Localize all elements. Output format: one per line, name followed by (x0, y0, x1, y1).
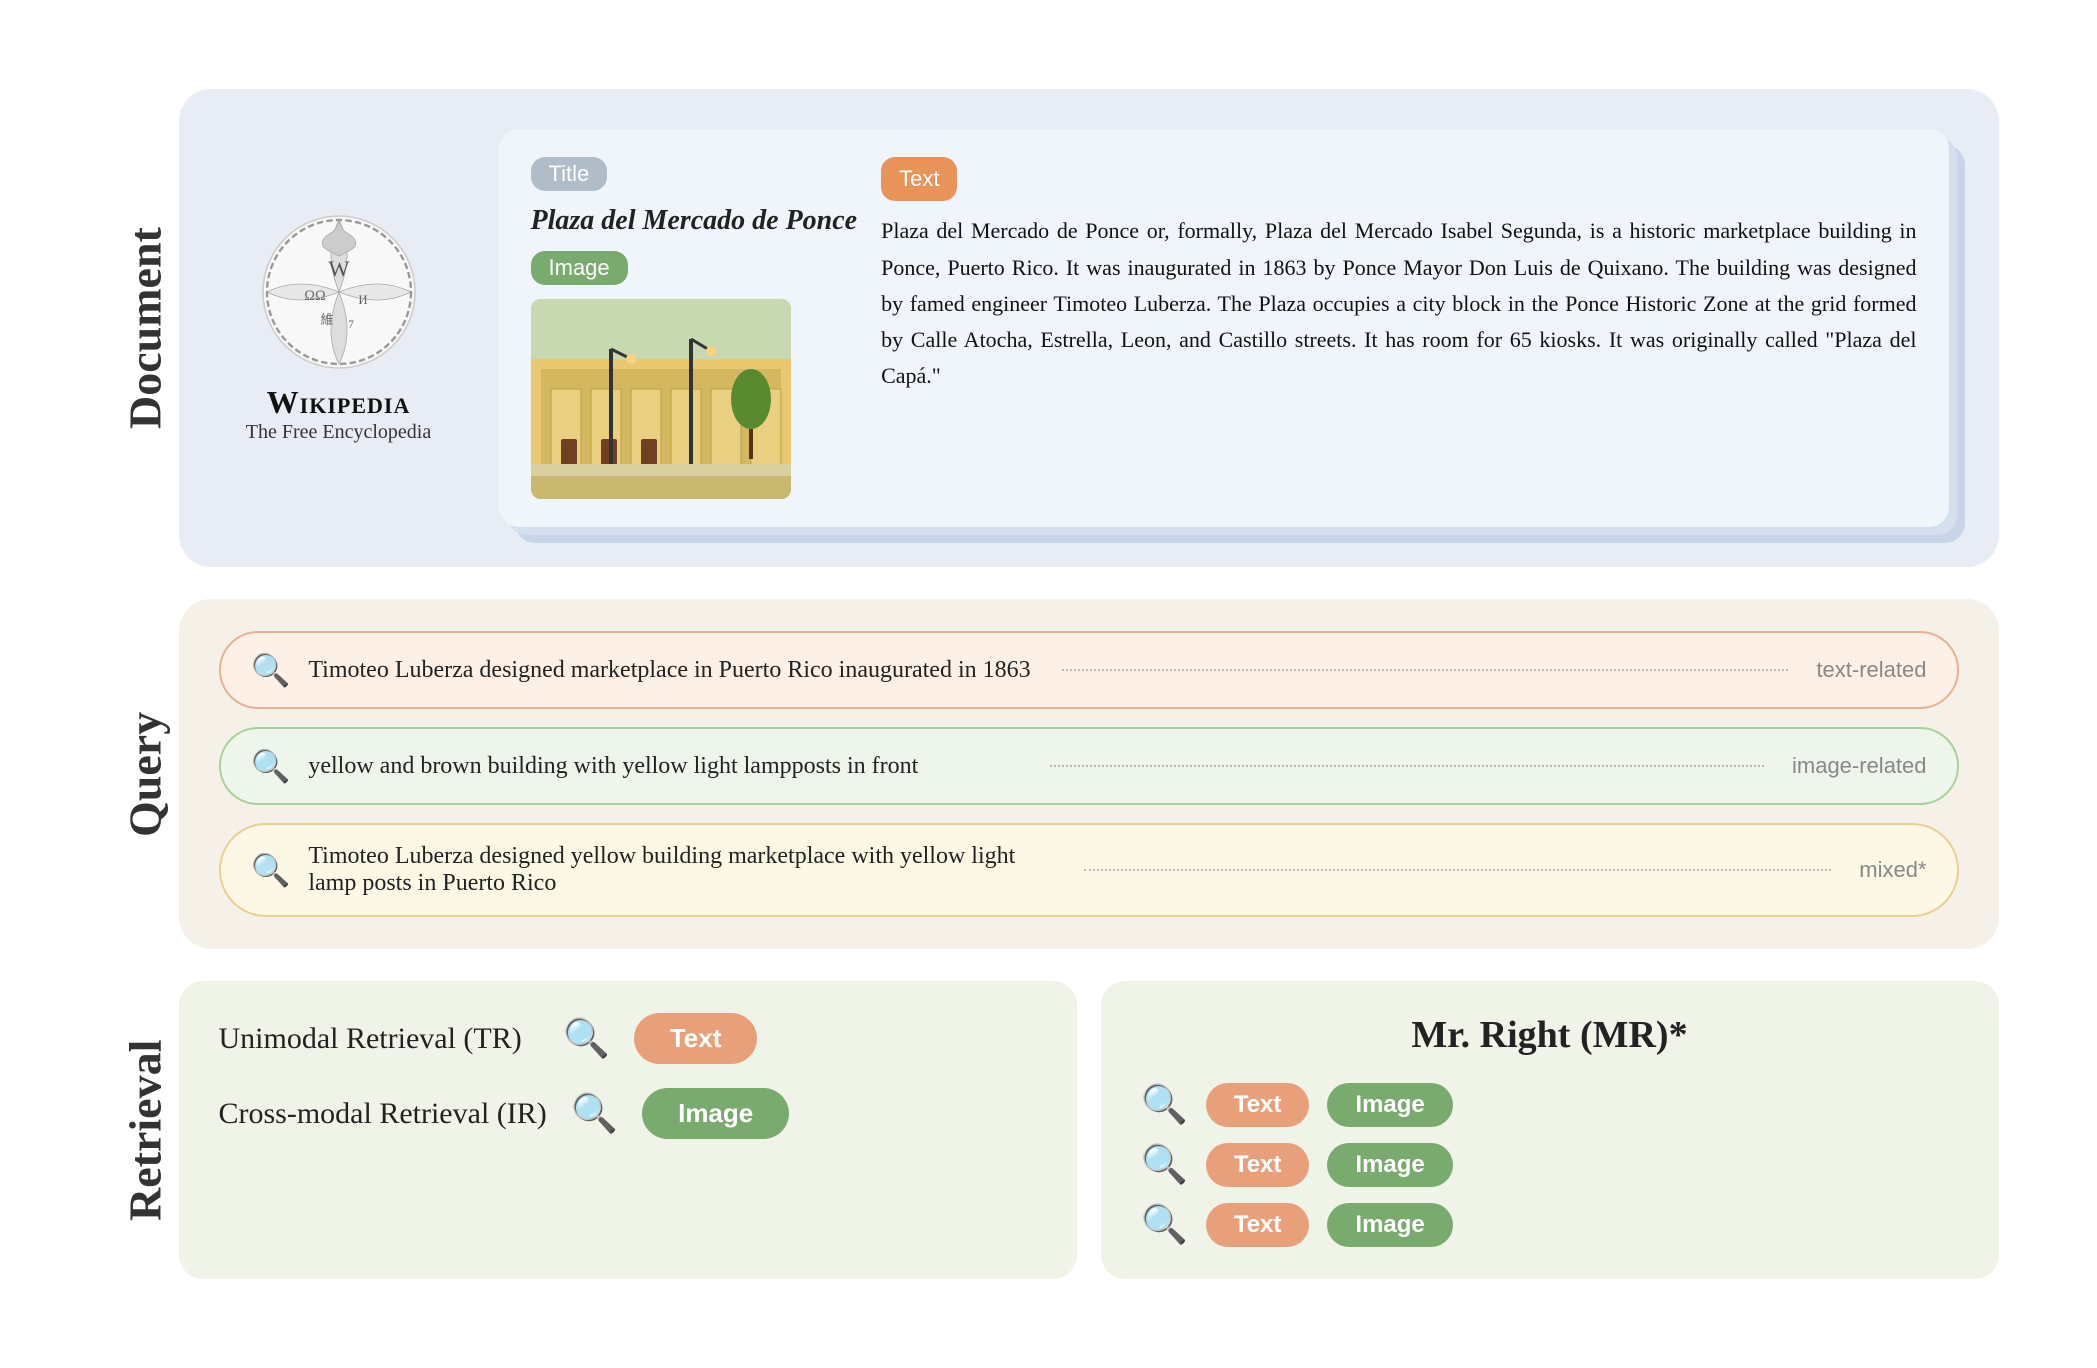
query-dots-3 (1084, 869, 1831, 871)
card-left: Title Plaza del Mercado de Ponce Image (531, 157, 858, 499)
article-image (531, 299, 791, 499)
crossmodal-row: Cross-modal Retrieval (IR) 🔍 Image (219, 1088, 1037, 1139)
query-content: 🔍 Timoteo Luberza designed marketplace i… (179, 599, 1999, 949)
document-box: W ΩΩ И 維 7 Wikipedia The Free Encycloped… (179, 89, 1999, 567)
retrieval-label: Retrieval (99, 981, 179, 1279)
title-tag: Title (531, 157, 608, 191)
svg-text:7: 7 (348, 319, 354, 331)
query-section: Query 🔍 Timoteo Luberza designed marketp… (99, 599, 1999, 949)
article-body: Plaza del Mercado de Ponce or, formally,… (881, 213, 1916, 394)
crossmodal-search-icon: 🔍 (571, 1092, 618, 1136)
mr-row-1: 🔍 Text Image (1141, 1083, 1959, 1127)
main-container: Document W ΩΩ (99, 89, 1999, 1279)
mr-row-3: 🔍 Text Image (1141, 1203, 1959, 1247)
search-icon-green: 🔍 (251, 747, 291, 785)
article-cards-stack: Title Plaza del Mercado de Ponce Image (499, 129, 1949, 527)
query-row-mixed: 🔍 Timoteo Luberza designed yellow buildi… (219, 823, 1959, 917)
query-dots-1 (1062, 669, 1788, 671)
wiki-logo-area: W ΩΩ И 維 7 Wikipedia The Free Encycloped… (229, 212, 449, 444)
search-icon-orange: 🔍 (251, 651, 291, 689)
search-icon-yellow: 🔍 (251, 851, 291, 889)
mr-badge-image-3: Image (1327, 1203, 1452, 1247)
unimodal-badge-text: Text (634, 1013, 758, 1064)
card-right: Text Plaza del Mercado de Ponce or, form… (881, 157, 1916, 499)
wikipedia-globe-icon: W ΩΩ И 維 7 (259, 212, 419, 372)
document-label: Document (99, 89, 179, 567)
wikipedia-title: Wikipedia (267, 384, 411, 421)
mr-badge-text-1: Text (1206, 1083, 1310, 1127)
mr-badge-image-1: Image (1327, 1083, 1452, 1127)
mr-search-icon-2: 🔍 (1141, 1143, 1188, 1187)
article-card: Title Plaza del Mercado de Ponce Image (499, 129, 1949, 527)
mr-badge-image-2: Image (1327, 1143, 1452, 1187)
query-row-text: 🔍 Timoteo Luberza designed marketplace i… (219, 631, 1959, 709)
query-text-3: Timoteo Luberza designed yellow building… (308, 843, 1055, 897)
retrieval-outer: Unimodal Retrieval (TR) 🔍 Text Cross-mod… (179, 981, 1999, 1279)
svg-text:維: 維 (320, 313, 333, 327)
svg-text:W: W (328, 256, 350, 281)
retrieval-section: Retrieval Unimodal Retrieval (TR) 🔍 Text… (99, 981, 1999, 1279)
crossmodal-label: Cross-modal Retrieval (IR) (219, 1097, 547, 1131)
query-text-1: Timoteo Luberza designed marketplace in … (308, 657, 1034, 684)
unimodal-label: Unimodal Retrieval (TR) (219, 1022, 539, 1056)
document-section: Document W ΩΩ (99, 89, 1999, 567)
document-content: W ΩΩ И 維 7 Wikipedia The Free Encycloped… (179, 89, 1999, 567)
mr-right-rows: 🔍 Text Image 🔍 Text Image 🔍 (1141, 1083, 1959, 1247)
crossmodal-badge-image: Image (642, 1088, 789, 1139)
retrieval-right: Mr. Right (MR)* 🔍 Text Image 🔍 Text Im (1101, 981, 1999, 1279)
svg-text:ΩΩ: ΩΩ (304, 288, 325, 304)
query-type-2: image-related (1792, 753, 1927, 779)
query-text-2: yellow and brown building with yellow li… (308, 753, 1022, 780)
text-tag: Text (881, 157, 957, 201)
svg-text:И: И (358, 293, 367, 307)
mr-badge-text-2: Text (1206, 1143, 1310, 1187)
unimodal-row: Unimodal Retrieval (TR) 🔍 Text (219, 1013, 1037, 1064)
query-label: Query (99, 599, 179, 949)
wikipedia-subtitle: The Free Encyclopedia (246, 421, 431, 444)
query-type-3: mixed* (1859, 857, 1926, 883)
mr-row-2: 🔍 Text Image (1141, 1143, 1959, 1187)
mr-search-icon-3: 🔍 (1141, 1203, 1188, 1247)
unimodal-search-icon: 🔍 (563, 1017, 610, 1061)
article-title: Plaza del Mercado de Ponce (531, 205, 858, 237)
retrieval-left: Unimodal Retrieval (TR) 🔍 Text Cross-mod… (179, 981, 1077, 1279)
image-tag: Image (531, 251, 628, 285)
mr-right-title: Mr. Right (MR)* (1141, 1013, 1959, 1057)
mr-badge-text-3: Text (1206, 1203, 1310, 1247)
query-row-image: 🔍 yellow and brown building with yellow … (219, 727, 1959, 805)
query-dots-2 (1050, 765, 1764, 767)
query-type-1: text-related (1816, 657, 1926, 683)
mr-search-icon-1: 🔍 (1141, 1083, 1188, 1127)
query-box: 🔍 Timoteo Luberza designed marketplace i… (179, 599, 1999, 949)
retrieval-content: Unimodal Retrieval (TR) 🔍 Text Cross-mod… (179, 981, 1999, 1279)
